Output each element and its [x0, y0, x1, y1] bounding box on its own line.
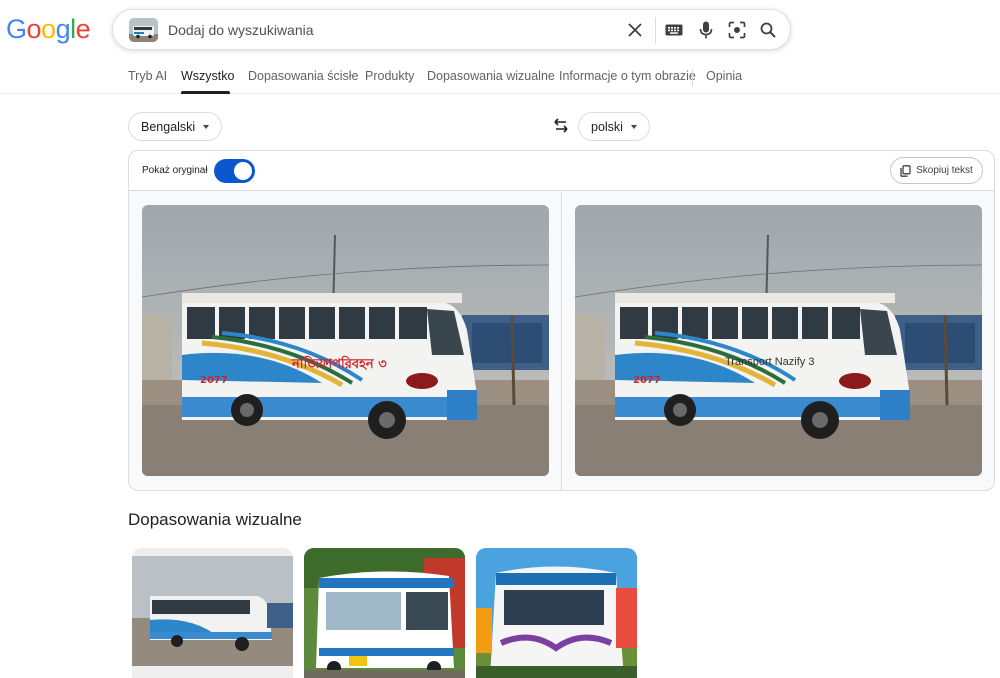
swap-languages-icon[interactable] — [552, 117, 570, 135]
page: Google Dodaj do wyszukiwania Tryb AI Wsz… — [0, 0, 1000, 678]
chevron-down-icon — [203, 124, 210, 129]
mic-icon[interactable] — [695, 19, 717, 41]
original-sign-text: নাজিফাপরিবহন ৩ — [291, 355, 387, 372]
close-icon[interactable] — [624, 19, 646, 41]
visual-match-1[interactable] — [132, 548, 293, 678]
toggle-knob — [234, 162, 252, 180]
feedback-link[interactable]: Opinia — [706, 69, 742, 83]
source-language-select[interactable]: Bengalski — [128, 112, 223, 141]
translated-sign-text: Transport Nazify 3 — [725, 356, 814, 368]
google-logo[interactable]: Google — [6, 14, 91, 45]
translated-image[interactable]: Transport Nazify 3 2077 — [575, 205, 982, 476]
copy-icon — [900, 164, 911, 177]
search-input[interactable]: Dodaj do wyszukiwania — [168, 22, 314, 38]
search-tabs: Tryb AI Wszystko Dopasowania ścisłe Prod… — [0, 60, 1000, 94]
show-original-label: Pokaż oryginał — [142, 165, 208, 176]
visual-match-3[interactable] — [476, 548, 637, 678]
tab-visual-matches[interactable]: Dopasowania wizualne — [427, 69, 555, 83]
tab-divider — [692, 69, 693, 86]
translate-panel: Pokaż oryginał Skopiuj tekst নাজিফাপরিবহ… — [128, 150, 995, 491]
tab-about-this-image[interactable]: Informacje o tym obrazie — [559, 69, 696, 83]
search-icon[interactable] — [757, 19, 779, 41]
target-language-label: polski — [591, 119, 623, 134]
panel-divider — [561, 191, 562, 490]
original-image[interactable]: নাজিফাপরিবহন ৩ 2077 — [142, 205, 549, 476]
keyboard-icon[interactable] — [663, 19, 685, 41]
visual-match-2[interactable] — [304, 548, 465, 678]
translated-bus-number: 2077 — [633, 375, 661, 386]
search-divider — [655, 17, 656, 44]
tab-exact-matches[interactable]: Dopasowania ścisłe — [248, 69, 358, 83]
search-image-thumbnail[interactable] — [129, 18, 158, 42]
tab-ai-mode[interactable]: Tryb AI — [128, 69, 167, 83]
search-box[interactable]: Dodaj do wyszukiwania — [112, 9, 791, 50]
chevron-down-icon — [630, 124, 637, 129]
source-language-label: Bengalski — [141, 119, 196, 134]
lens-icon[interactable] — [726, 19, 748, 41]
show-original-toggle[interactable] — [214, 159, 255, 183]
tab-all[interactable]: Wszystko — [181, 69, 234, 83]
target-language-select[interactable]: polski — [578, 112, 650, 141]
translate-toolbar: Pokaż oryginał Skopiuj tekst — [129, 151, 994, 191]
tab-products[interactable]: Produkty — [365, 69, 414, 83]
active-tab-indicator — [181, 91, 230, 94]
visual-matches-title: Dopasowania wizualne — [128, 510, 302, 529]
copy-text-label: Skopiuj tekst — [916, 165, 973, 176]
copy-text-button[interactable]: Skopiuj tekst — [890, 157, 983, 184]
original-bus-number: 2077 — [200, 375, 228, 386]
